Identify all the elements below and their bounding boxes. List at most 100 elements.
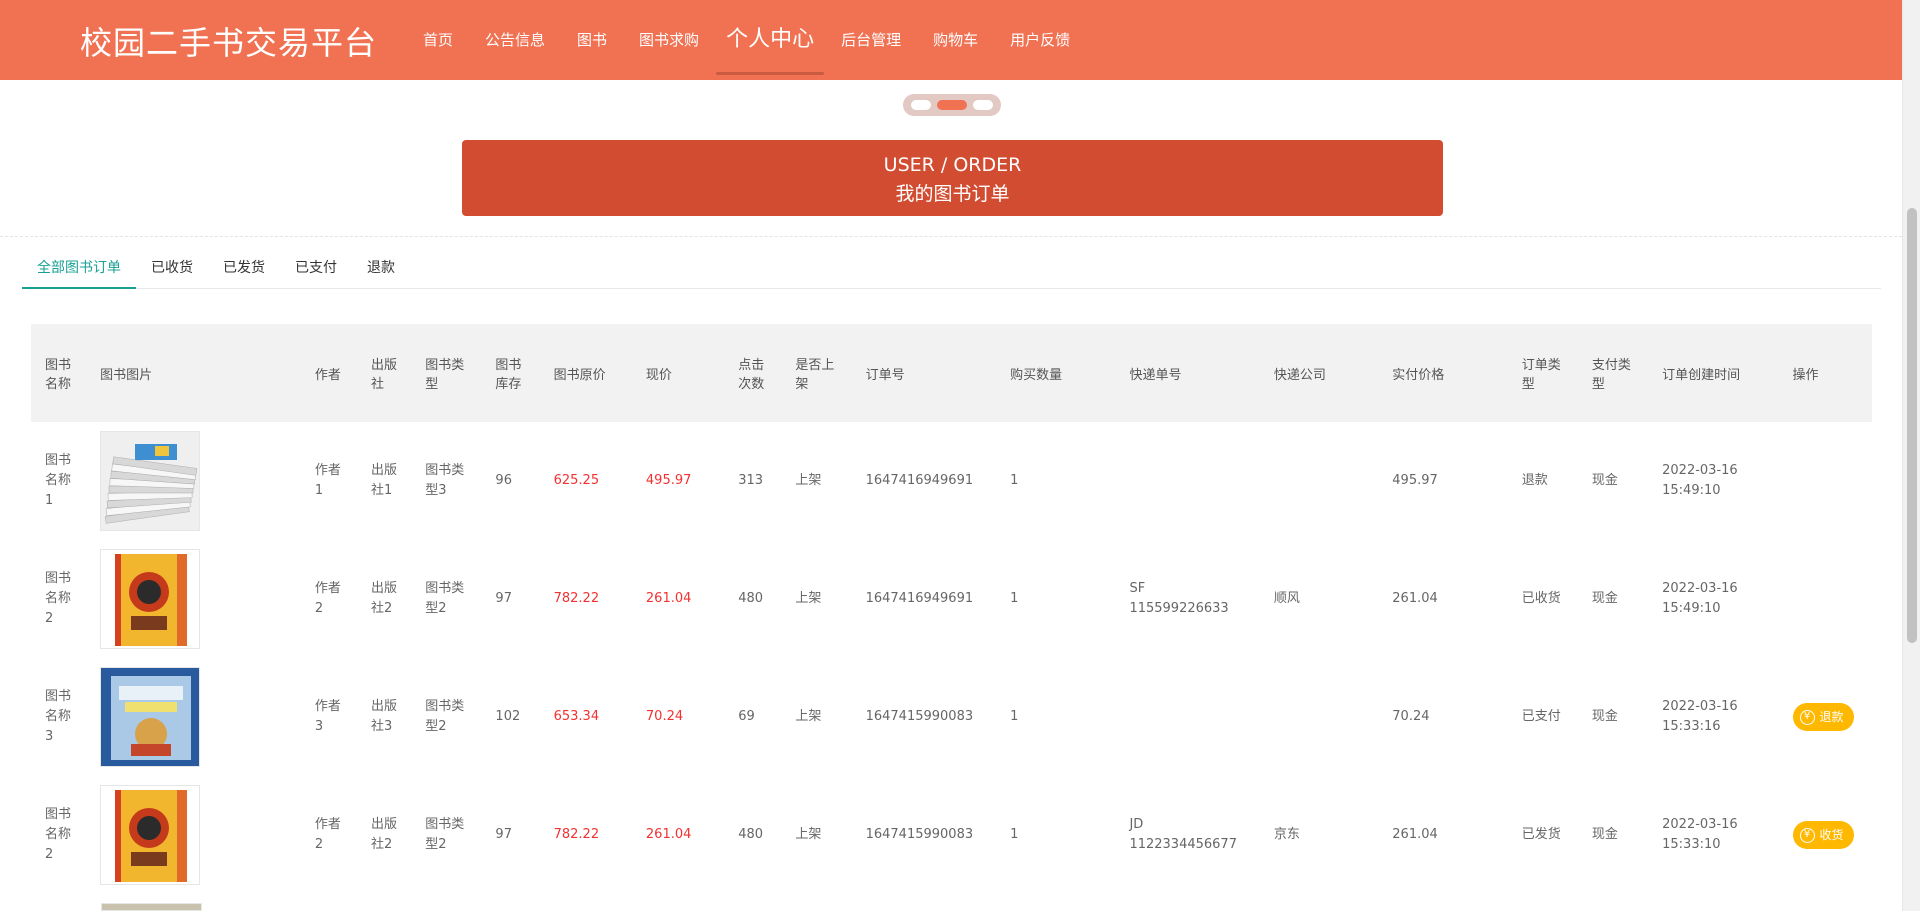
tab-2[interactable]: 已收货 bbox=[136, 252, 208, 289]
nav-item[interactable]: 首页 bbox=[408, 0, 468, 80]
cover-cell bbox=[86, 540, 301, 658]
nav-item[interactable]: 公告信息 bbox=[470, 0, 560, 80]
book-cover-image bbox=[100, 549, 201, 649]
confirm-receipt-button[interactable]: ¥ 收货 bbox=[1792, 821, 1854, 849]
column-header: 快递公司 bbox=[1259, 324, 1379, 422]
book-cover-partial bbox=[101, 903, 202, 911]
nav-item[interactable]: 后台管理 bbox=[826, 0, 916, 80]
nav-item[interactable]: 图书求购 bbox=[624, 0, 714, 80]
tab-3[interactable]: 已发货 bbox=[208, 252, 280, 289]
tab-4[interactable]: 已支付 bbox=[280, 252, 352, 289]
table-row: 图书名称1 作者1 出版社1 图书类型3 96 625.25 495.97 313 上架 1647… bbox=[31, 422, 1872, 540]
main-nav: 首页 公告信息 图书 图书求购 个人中心 后台管理 购物车 用户反馈 bbox=[408, 0, 1087, 80]
column-header: 现价 bbox=[631, 324, 725, 422]
carousel-dot[interactable] bbox=[911, 100, 931, 110]
payment-type: 现金 bbox=[1591, 709, 1618, 724]
cover-cell bbox=[86, 422, 301, 540]
cover-cell bbox=[86, 658, 301, 776]
payment-type: 现金 bbox=[1591, 473, 1618, 488]
banner-title-en: USER / ORDER bbox=[883, 154, 1022, 176]
stock: 97 bbox=[495, 591, 512, 606]
table-row: 图书名称2 作者2 出版社2 图书类型2 97 782.22 261.04 480 上架 1647… bbox=[31, 540, 1872, 658]
publisher: 出版社1 bbox=[371, 463, 398, 498]
column-header: 订单号 bbox=[851, 324, 997, 422]
listing-status: 上架 bbox=[795, 709, 822, 724]
order-number: 1647416949691 bbox=[865, 591, 974, 606]
column-header: 是否上架 bbox=[781, 324, 852, 422]
book-type: 图书类型2 bbox=[425, 699, 465, 734]
paid-amount: 70.24 bbox=[1392, 709, 1430, 724]
action-label: 收货 bbox=[1819, 828, 1844, 842]
click-count: 69 bbox=[738, 709, 755, 724]
carousel-dot[interactable] bbox=[973, 100, 993, 110]
column-header: 订单类型 bbox=[1507, 324, 1578, 422]
courier-company: 京东 bbox=[1273, 827, 1300, 842]
publisher: 出版社3 bbox=[371, 699, 398, 734]
quantity: 1 bbox=[1010, 827, 1019, 842]
column-header: 作者 bbox=[300, 324, 358, 422]
column-header: 订单创建时间 bbox=[1648, 324, 1779, 422]
current-price: 261.04 bbox=[645, 827, 692, 842]
nav-item[interactable]: 图书 bbox=[562, 0, 622, 80]
paid-amount: 261.04 bbox=[1392, 827, 1438, 842]
payment-type: 现金 bbox=[1591, 591, 1618, 606]
book-name: 图书名称2 bbox=[45, 807, 72, 862]
original-price: 782.22 bbox=[553, 827, 600, 842]
tab-1[interactable]: 全部图书订单 bbox=[22, 252, 136, 289]
book-type: 图书类型3 bbox=[425, 463, 465, 498]
table-body: 图书名称1 作者1 出版社1 图书类型3 96 625.25 495.97 313 上架 1647… bbox=[31, 422, 1872, 894]
order-type: 已支付 bbox=[1521, 709, 1561, 724]
refund-button[interactable]: ¥ 退款 bbox=[1792, 703, 1854, 731]
created-time: 2022-03-16 15:33:16 bbox=[1662, 699, 1738, 734]
quantity: 1 bbox=[1010, 709, 1019, 724]
book-type: 图书类型2 bbox=[425, 817, 465, 852]
divider bbox=[0, 236, 1902, 237]
tab-5[interactable]: 退款 bbox=[352, 252, 410, 289]
publisher: 出版社2 bbox=[371, 581, 398, 616]
stock: 97 bbox=[495, 827, 512, 842]
nav-item[interactable]: 用户反馈 bbox=[995, 0, 1085, 80]
order-type: 退款 bbox=[1521, 473, 1548, 488]
nav-item[interactable]: 个人中心 bbox=[716, 0, 825, 80]
column-header: 图书图片 bbox=[86, 324, 301, 422]
column-header: 操作 bbox=[1778, 324, 1872, 422]
created-time: 2022-03-16 15:49:10 bbox=[1662, 463, 1738, 498]
column-header: 点击次数 bbox=[724, 324, 782, 422]
courier-company bbox=[1260, 658, 1378, 776]
column-header: 快递单号 bbox=[1115, 324, 1260, 422]
listing-status: 上架 bbox=[795, 827, 822, 842]
column-header: 支付类型 bbox=[1577, 324, 1649, 422]
carousel-indicator bbox=[903, 94, 1001, 116]
actions-cell: ¥ 收货 bbox=[1779, 776, 1872, 894]
quantity: 1 bbox=[1010, 473, 1019, 488]
site-title: 校园二手书交易平台 bbox=[80, 24, 378, 62]
current-price: 495.97 bbox=[645, 473, 692, 488]
created-time: 2022-03-16 15:49:10 bbox=[1662, 581, 1738, 616]
original-price: 653.34 bbox=[553, 709, 600, 724]
author: 作者2 bbox=[314, 817, 341, 852]
header-bar: 校园二手书交易平台 首页 公告信息 图书 图书求购 个人中心 后台管理 购物车 用户反馈 bbox=[0, 0, 1902, 80]
click-count: 313 bbox=[738, 473, 764, 488]
yen-icon: ¥ bbox=[1799, 709, 1815, 725]
tracking-number: JD 1122334456677 bbox=[1129, 817, 1237, 852]
banner-title-zh: 我的图书订单 bbox=[895, 183, 1010, 205]
author: 作者3 bbox=[314, 699, 341, 734]
click-count: 480 bbox=[738, 827, 764, 842]
order-type: 已收货 bbox=[1521, 591, 1561, 606]
paid-amount: 261.04 bbox=[1392, 591, 1438, 606]
order-tabs: 全部图书订单 已收货 已发货 已支付 退款 bbox=[22, 252, 1881, 289]
page: 校园二手书交易平台 首页 公告信息 图书 图书求购 个人中心 后台管理 购物车 用户反馈 US… bbox=[0, 0, 1920, 911]
stock: 96 bbox=[495, 473, 512, 488]
book-name: 图书名称3 bbox=[45, 689, 72, 744]
page-scrollbar[interactable] bbox=[1902, 0, 1920, 911]
carousel-dot-active[interactable] bbox=[937, 100, 967, 110]
column-header: 图书类型 bbox=[411, 324, 482, 422]
scrollbar-thumb[interactable] bbox=[1907, 208, 1917, 643]
paid-amount: 495.97 bbox=[1392, 473, 1438, 488]
nav-item[interactable]: 购物车 bbox=[918, 0, 993, 80]
click-count: 480 bbox=[738, 591, 764, 606]
table-header-row: 图书名称 图书图片 作者 出版社 图书类型 图书库存 图书原价 现价 点击次数 是否上架 订单号 购买… bbox=[31, 324, 1872, 422]
column-header: 图书库存 bbox=[481, 324, 540, 422]
original-price: 625.25 bbox=[553, 473, 600, 488]
section-banner: USER / ORDER 我的图书订单 bbox=[462, 140, 1443, 216]
